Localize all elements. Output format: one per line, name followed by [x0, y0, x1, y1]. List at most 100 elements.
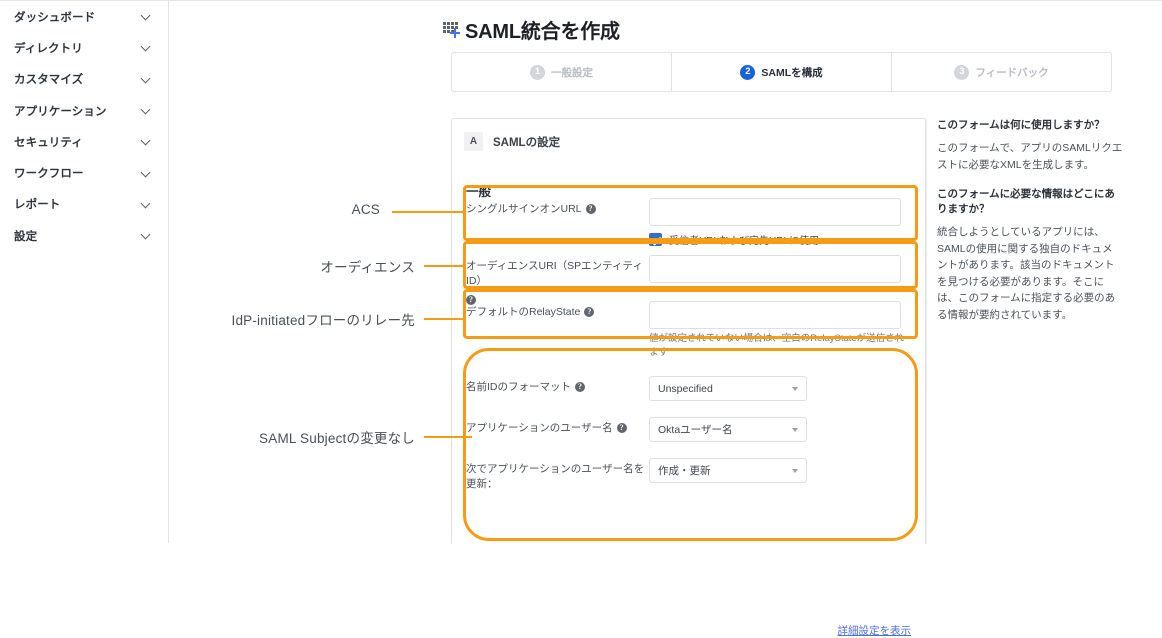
plus-icon	[450, 28, 460, 38]
help-icon[interactable]: ?	[584, 307, 595, 317]
help-body: このフォームで、アプリのSAMLリクエストに必要なXMLを生成します。	[937, 142, 1123, 171]
annotation-acs: ACS	[351, 202, 380, 217]
help-panel-divider	[926, 118, 927, 544]
sidebar-item-directory[interactable]: ディレクトリ	[0, 32, 168, 63]
sidebar-item-workflow[interactable]: ワークフロー	[0, 157, 168, 188]
default-relay-state-input[interactable]	[649, 301, 901, 329]
section-letter-chip: A	[464, 132, 483, 151]
annotation-leader-line	[424, 265, 464, 267]
step-number: 2	[740, 64, 756, 80]
label-text: アプリケーションのユーザー名	[466, 422, 613, 434]
annotation-leader-line	[424, 318, 464, 320]
chevron-down-icon	[792, 387, 798, 391]
use-for-recipient-destination-checkbox[interactable]	[649, 233, 662, 246]
select-value: Oktaユーザー名	[658, 424, 733, 436]
sidebar-item-applications[interactable]: アプリケーション	[0, 95, 168, 126]
sidebar-item-label: アプリケーション	[14, 105, 107, 118]
show-advanced-settings-link[interactable]: 詳細設定を表示	[838, 623, 912, 638]
field-name-id-format: 名前IDのフォーマット ? Unspecified	[466, 376, 914, 401]
step-number: 3	[954, 64, 970, 80]
page-title-row: SAML統合を作成	[443, 15, 620, 44]
field-control	[649, 255, 914, 303]
field-audience-uri: オーディエンスURI（SPエンティティID） ?	[466, 255, 914, 305]
step-label: フィードバック	[975, 66, 1049, 79]
help-heading: このフォームは何に使用しますか？	[937, 119, 1105, 131]
sidebar-item-reports[interactable]: レポート	[0, 189, 168, 220]
step-configure-saml[interactable]: 2 SAMLを構成	[671, 53, 891, 91]
single-sign-on-url-input[interactable]	[649, 198, 901, 226]
chevron-down-icon	[141, 74, 152, 85]
help-icon[interactable]: ?	[585, 204, 596, 214]
chevron-down-icon	[792, 428, 798, 432]
field-label: 次でアプリケーションのユーザー名を更新：	[466, 458, 649, 492]
application-username-select[interactable]: Oktaユーザー名	[649, 417, 807, 442]
audience-uri-input[interactable]	[649, 255, 901, 283]
field-label: シングルサインオンURL ?	[466, 198, 649, 247]
help-panel: このフォームは何に使用しますか？ このフォームで、アプリのSAMLリクエストに必…	[937, 118, 1123, 337]
relay-state-hint: 値が設定されていない場合は、空白のRelayStateが送信されます	[649, 333, 905, 358]
step-general-settings[interactable]: 1 一般設定	[452, 53, 671, 91]
chevron-down-icon	[141, 11, 152, 22]
sidebar-item-label: ワークフロー	[14, 168, 84, 181]
sidebar-item-security[interactable]: セキュリティ	[0, 126, 168, 157]
update-application-username-on-select[interactable]: 作成・更新	[649, 458, 807, 483]
select-value: Unspecified	[658, 382, 713, 395]
field-control: 受信者URLおよび宛先URLに使用	[649, 198, 914, 247]
label-text: 名前IDのフォーマット	[466, 381, 571, 393]
sidebar-item-label: ダッシュボード	[14, 11, 96, 24]
field-default-relay-state: デフォルトのRelayState ? 値が設定されていない場合は、空白のRela…	[466, 301, 914, 360]
annotation-saml-subject: SAML Subjectの変更なし	[259, 431, 415, 446]
help-icon[interactable]: ?	[575, 382, 585, 392]
field-update-application-username-on: 次でアプリケーションのユーザー名を更新： 作成・更新	[466, 458, 914, 492]
annotation-leader-line	[392, 211, 464, 213]
annotation-leader-line	[424, 436, 472, 438]
field-single-sign-on-url: シングルサインオンURL ? 受信者URLおよび宛先URLに使用	[466, 198, 914, 247]
app-add-icon	[443, 20, 462, 39]
field-control: Oktaユーザー名	[649, 417, 914, 442]
name-id-format-select[interactable]: Unspecified	[649, 376, 807, 401]
field-label: デフォルトのRelayState ?	[466, 301, 649, 360]
help-body: 統合しようとしているアプリには、SAMLの使用に関する独自のドキュメントがありま…	[937, 226, 1116, 321]
label-text: オーディエンスURI（SPエンティティID）	[466, 260, 643, 287]
checkbox-label: 受信者URLおよび宛先URLに使用	[669, 236, 820, 247]
wizard-stepper: 1 一般設定 2 SAMLを構成 3 フィードバック	[451, 52, 1112, 92]
field-control: 値が設定されていない場合は、空白のRelayStateが送信されます	[649, 301, 914, 360]
field-label: オーディエンスURI（SPエンティティID） ?	[466, 255, 649, 305]
field-control: Unspecified	[649, 376, 914, 401]
step-feedback[interactable]: 3 フィードバック	[891, 53, 1111, 91]
step-number: 1	[530, 64, 545, 80]
annotation-audience: オーディエンス	[320, 260, 415, 275]
label-text: 次でアプリケーションのユーザー名を更新：	[466, 463, 645, 490]
use-for-recipient-destination-row[interactable]: 受信者URLおよび宛先URLに使用	[649, 232, 914, 247]
chevron-down-icon	[792, 469, 798, 473]
sidebar: ダッシュボード ディレクトリ カスタマイズ アプリケーション セキュリティ ワー…	[0, 1, 169, 543]
field-label: 名前IDのフォーマット ?	[466, 376, 649, 401]
chevron-down-icon	[141, 136, 152, 147]
sidebar-item-dashboard[interactable]: ダッシュボード	[0, 1, 168, 32]
sidebar-item-label: カスタマイズ	[14, 74, 84, 87]
label-text: シングルサインオンURL	[466, 203, 582, 215]
sidebar-item-label: ディレクトリ	[14, 42, 83, 55]
sidebar-item-settings[interactable]: 設定	[0, 220, 168, 251]
chevron-down-icon	[141, 42, 152, 53]
chevron-down-icon	[141, 105, 152, 116]
annotation-relay: IdP-initiatedフローのリレー先	[231, 313, 415, 328]
chevron-down-icon	[141, 168, 152, 179]
step-label: SAMLを構成	[761, 66, 823, 79]
select-value: 作成・更新	[658, 465, 711, 477]
chevron-down-icon	[141, 199, 152, 210]
saml-settings-card: A SAMLの設定 一般 シングルサインオンURL ? 受信者URLおよび宛先U…	[451, 118, 926, 637]
step-label: 一般設定	[551, 66, 593, 79]
field-control: 作成・更新	[649, 458, 914, 492]
sidebar-item-label: 設定	[14, 230, 38, 243]
chevron-down-icon	[141, 230, 152, 241]
page-title: SAML統合を作成	[465, 21, 620, 43]
sidebar-item-label: レポート	[14, 199, 61, 212]
sidebar-item-label: セキュリティ	[14, 136, 83, 149]
field-label: アプリケーションのユーザー名 ?	[466, 417, 649, 442]
label-text: デフォルトのRelayState	[466, 306, 581, 318]
help-icon[interactable]: ?	[616, 423, 627, 433]
help-heading: このフォームに必要な情報はどこにありますか？	[937, 188, 1115, 215]
field-application-username: アプリケーションのユーザー名 ? Oktaユーザー名	[466, 417, 914, 442]
sidebar-item-customize[interactable]: カスタマイズ	[0, 64, 168, 95]
